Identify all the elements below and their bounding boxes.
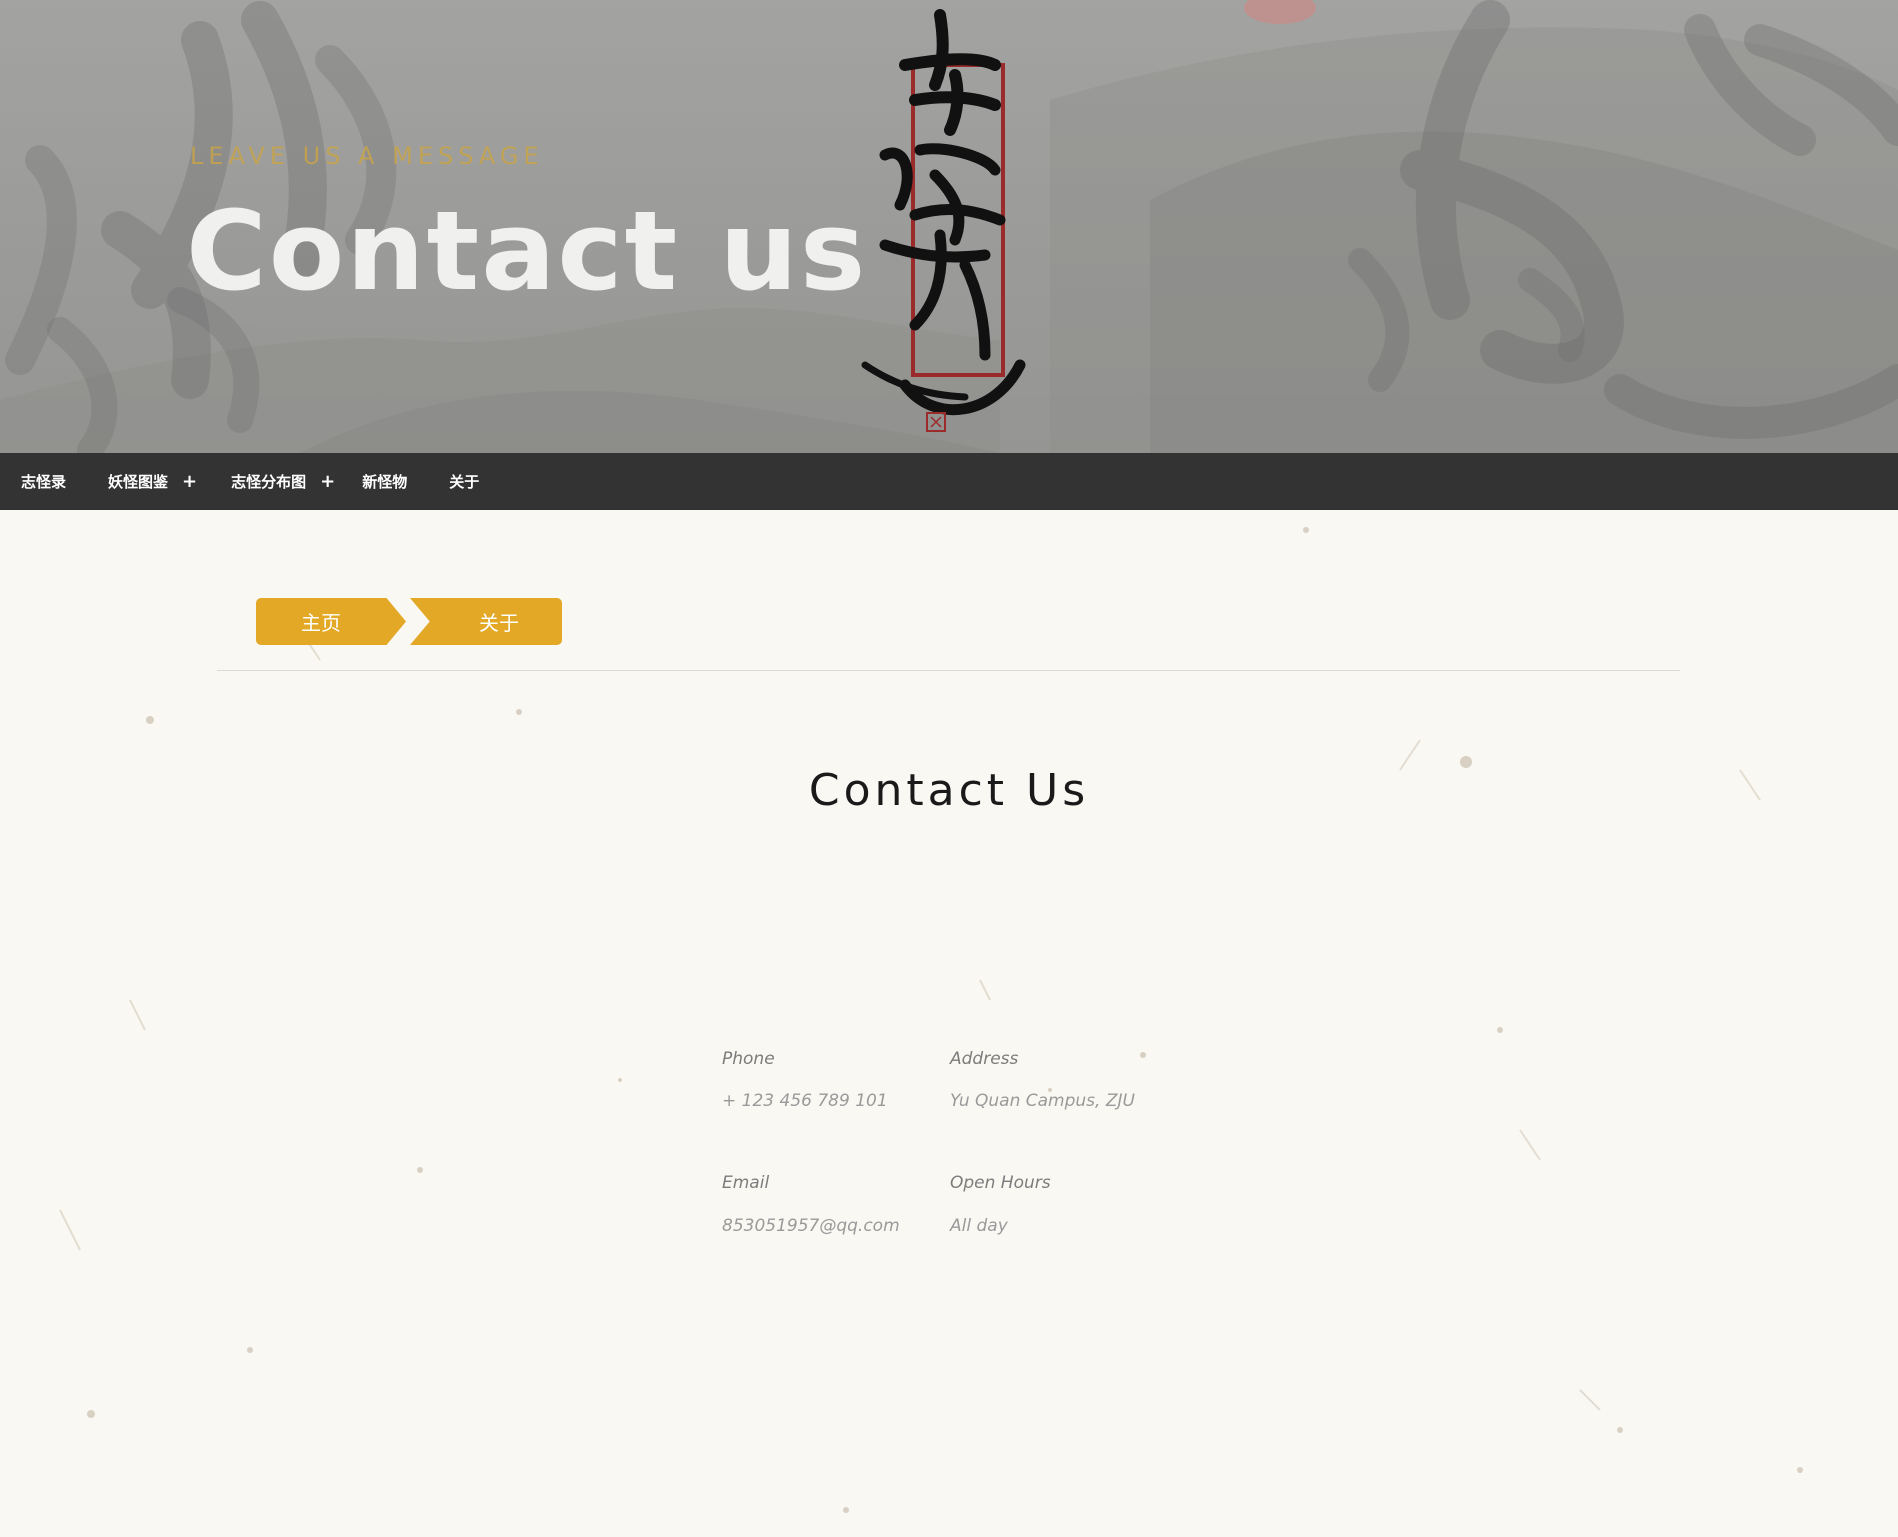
nav-item-about[interactable]: 关于 — [449, 453, 479, 510]
address-label: Address — [950, 1049, 1019, 1069]
email-label: Email — [722, 1173, 770, 1193]
hours-label: Open Hours — [950, 1173, 1051, 1193]
nav-label: 志怪录 — [21, 473, 67, 491]
nav-item-zhiguailu[interactable]: 志怪录 — [21, 453, 66, 510]
paper-texture — [59, 527, 1803, 1513]
nav-label: 新怪物 — [362, 473, 408, 491]
plus-icon[interactable]: + — [182, 471, 197, 492]
main-navigation: 志怪录 妖怪图鉴 + 志怪分布图 + 新怪物 关于 — [0, 453, 1898, 510]
nav-label: 关于 — [449, 473, 480, 491]
plus-icon[interactable]: + — [320, 471, 335, 492]
hours-value: All day — [950, 1216, 1008, 1236]
hero-banner: LEAVE US A MESSAGE Contact us — [0, 0, 1898, 453]
nav-item-yaoguai-tujian[interactable]: 妖怪图鉴 + — [108, 453, 197, 510]
nav-label: 妖怪图鉴 — [108, 473, 169, 491]
nav-item-distribution-map[interactable]: 志怪分布图 + — [231, 453, 335, 510]
contact-title: Contact Us — [808, 765, 1090, 816]
breadcrumb-home[interactable]: 主页 — [256, 598, 406, 645]
address-value: Yu Quan Campus, ZJU — [950, 1091, 1135, 1111]
nav-label: 志怪分布图 — [231, 473, 307, 491]
nav-item-new-monsters[interactable]: 新怪物 — [362, 453, 407, 510]
email-value[interactable]: 853051957@qq.com — [722, 1216, 900, 1236]
breadcrumb-current[interactable]: 关于 — [410, 598, 562, 645]
hero-title: Contact us — [186, 187, 868, 315]
phone-label: Phone — [722, 1049, 775, 1069]
phone-value: + 123 456 789 101 — [722, 1091, 888, 1111]
divider — [217, 670, 1680, 671]
hero-eyebrow: LEAVE US A MESSAGE — [190, 142, 544, 170]
calligraphy-logo — [861, 9, 1026, 432]
